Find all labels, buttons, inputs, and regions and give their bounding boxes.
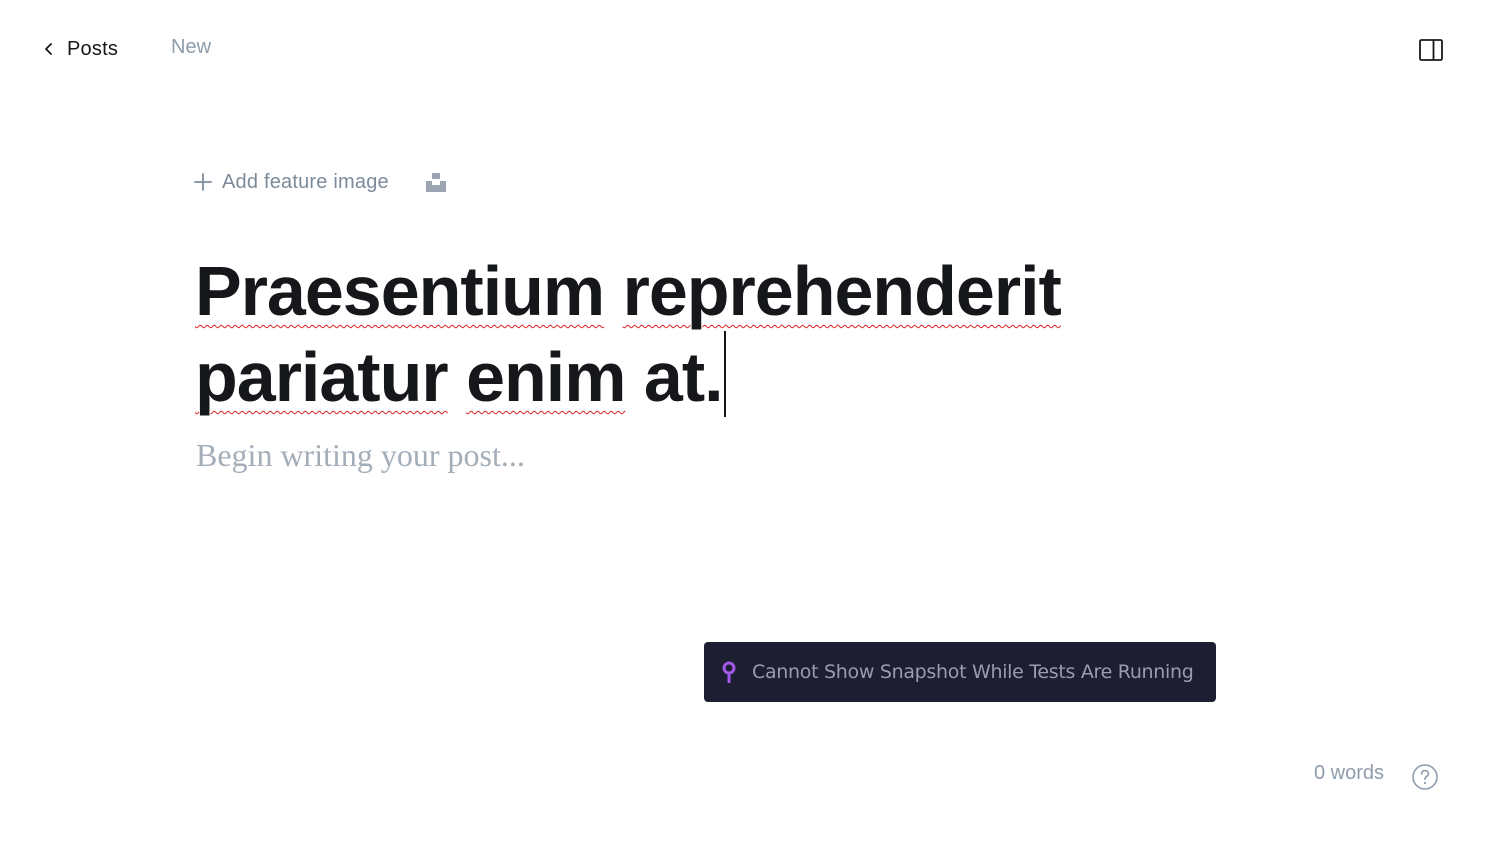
title-word: Praesentium (195, 252, 605, 330)
post-status: New (171, 36, 212, 58)
back-to-posts-link[interactable]: Posts (40, 34, 118, 64)
unsplash-button[interactable] (424, 170, 448, 194)
title-word: enim (466, 338, 626, 416)
snapshot-message: Cannot Show Snapshot While Tests Are Run… (752, 661, 1194, 683)
add-feature-image-label: Add feature image (222, 170, 389, 193)
post-editor: Posts New Add feature image Praesentium … (0, 0, 1500, 846)
unsplash-icon (425, 173, 446, 192)
text-caret (723, 331, 726, 417)
back-link-label: Posts (67, 37, 119, 60)
settings-menu-toggle-button[interactable] (1417, 36, 1445, 64)
title-word: reprehenderit (622, 252, 1062, 330)
help-icon (1412, 764, 1438, 790)
sidebar-icon (1419, 39, 1443, 61)
title-word: at. (643, 338, 724, 416)
title-word: pariatur (195, 338, 449, 416)
snapshot-notification: Cannot Show Snapshot While Tests Are Run… (704, 642, 1216, 702)
post-title-input[interactable]: Praesentium reprehenderit pariatur enim … (195, 251, 1195, 417)
post-body-editor[interactable]: Begin writing your post... (196, 437, 525, 474)
pin-icon (720, 660, 738, 684)
feature-image-row: Add feature image (193, 166, 448, 198)
add-feature-image-button[interactable]: Add feature image (193, 171, 389, 194)
editor-header: Posts New (0, 0, 1500, 98)
plus-icon (193, 172, 213, 192)
chevron-left-icon (40, 40, 58, 58)
help-button[interactable] (1411, 763, 1439, 791)
word-count: 0 words (1314, 762, 1385, 784)
